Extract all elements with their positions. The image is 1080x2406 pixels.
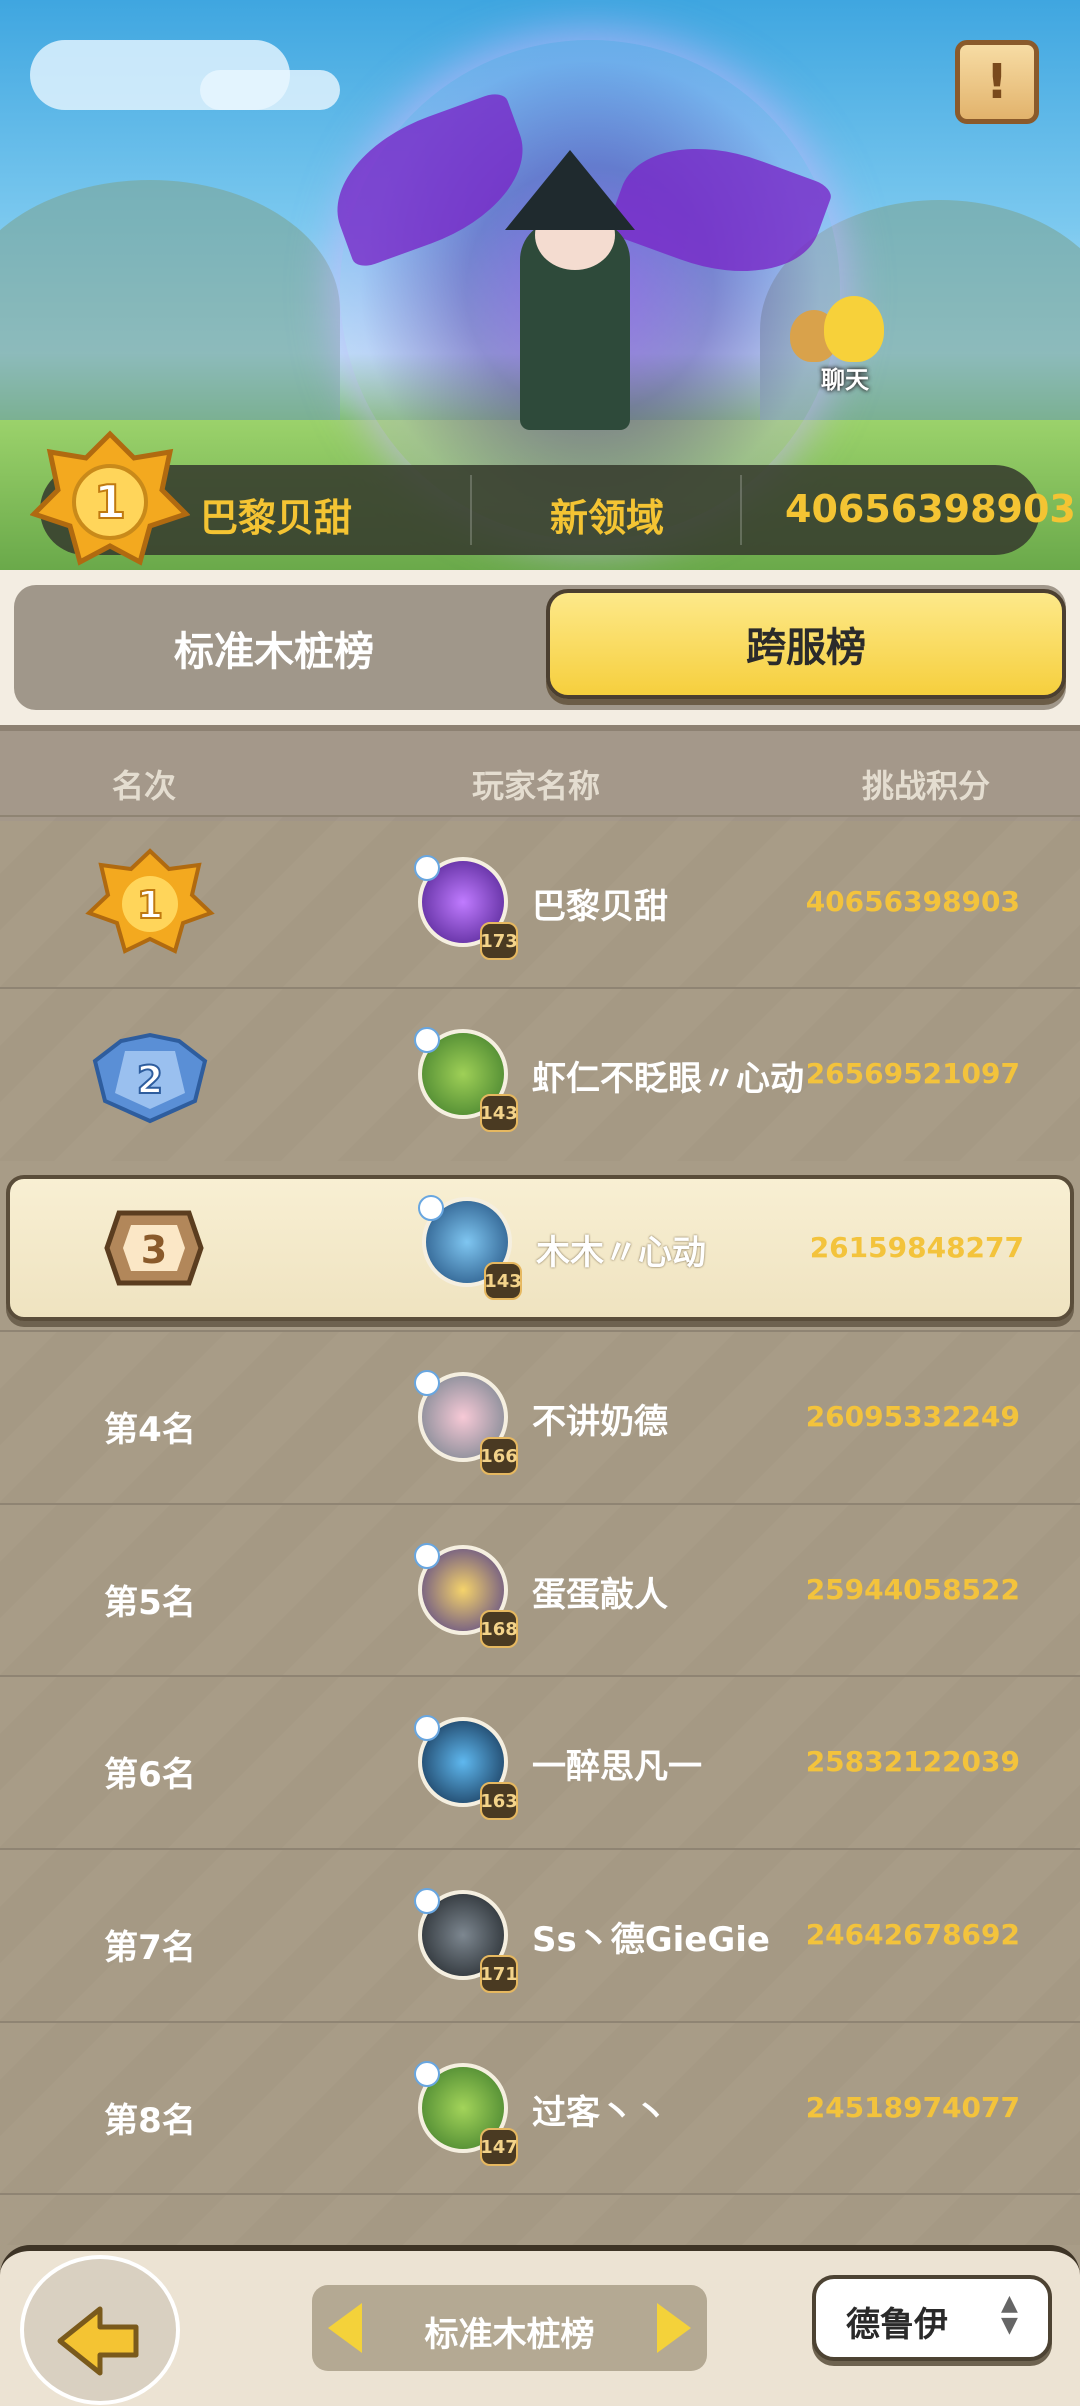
level-badge: 143 [480, 1094, 518, 1132]
player-score: 26569521097 [805, 1057, 1020, 1090]
player-name: 木木〃心动 [536, 1233, 706, 1273]
back-button[interactable] [20, 2255, 180, 2405]
table-header: 名次 玩家名称 挑战积分 [0, 725, 1080, 821]
tab-bar-area: 标准木桩榜 跨服榜 [0, 570, 1080, 725]
player-name: 蛋蛋敲人 [532, 1575, 668, 1615]
top-medal-number: 1 [94, 475, 126, 529]
cross-server-icon [414, 1543, 440, 1569]
table-row[interactable]: 第8名 147 过客丶丶 24518974077 [0, 2021, 1080, 2195]
top-rank-banner: 巴黎贝甜 新领域 40656398903 [40, 465, 1076, 555]
player-score: 25832122039 [805, 1745, 1020, 1778]
next-arrow-icon[interactable] [657, 2303, 691, 2353]
table-row[interactable]: 第4名 166 不讲奶德 26095332249 [0, 1330, 1080, 1504]
hill [0, 180, 340, 440]
table-row[interactable]: 1 173 巴黎贝甜 40656398903 [0, 815, 1080, 989]
player-name: Ss丶德GieGie [532, 1920, 770, 1960]
silver-medal-icon: 2 [92, 1032, 208, 1124]
chat-smile-icon [824, 296, 884, 362]
board-selector-label: 标准木桩榜 [424, 2315, 595, 2355]
header-player-name: 玩家名称 [472, 767, 601, 805]
level-badge: 147 [480, 2128, 518, 2166]
table-row-current-player[interactable]: 3 143 木木〃心动 26159848277 [6, 1175, 1074, 1321]
top-player-server: 新领域 [550, 496, 665, 540]
divider [470, 475, 472, 545]
info-scroll-button[interactable]: ! [955, 40, 1039, 124]
top-player-score: 40656398903 [785, 487, 1076, 531]
player-score: 25944058522 [805, 1573, 1020, 1606]
level-badge: 168 [480, 1610, 518, 1648]
svg-text:3: 3 [141, 1228, 167, 1272]
gold-medal-icon: 1 [85, 848, 215, 954]
rank-label: 第8名 [104, 2101, 196, 2141]
board-selector[interactable]: 标准木桩榜 [312, 2285, 707, 2371]
table-row[interactable]: 第5名 168 蛋蛋敲人 25944058522 [0, 1503, 1080, 1677]
cross-server-icon [418, 1195, 444, 1221]
header-score: 挑战积分 [862, 767, 991, 805]
rank-label: 第6名 [104, 1755, 196, 1795]
top-player-name: 巴黎贝甜 [200, 496, 353, 540]
bronze-medal-icon: 3 [104, 1210, 204, 1286]
tab-bar: 标准木桩榜 跨服榜 [14, 585, 1066, 710]
cross-server-icon [414, 2061, 440, 2087]
svg-text:2: 2 [137, 1058, 163, 1102]
player-score: 26095332249 [805, 1400, 1020, 1433]
player-score: 24518974077 [805, 2091, 1020, 2124]
level-badge: 171 [480, 1955, 518, 1993]
player-name: 巴黎贝甜 [532, 887, 668, 927]
level-badge: 166 [480, 1437, 518, 1475]
rank-label: 第4名 [104, 1410, 196, 1450]
player-score: 40656398903 [805, 885, 1020, 918]
cross-server-icon [414, 1715, 440, 1741]
player-name: 一醉思凡一 [532, 1747, 702, 1787]
rank-label: 第7名 [104, 1928, 196, 1968]
class-dropdown-value: 德鲁伊 [846, 2305, 948, 2345]
tab-cross-server-board[interactable]: 跨服榜 [546, 589, 1066, 699]
gold-medal-icon: 1 [30, 430, 190, 566]
rank-label: 第5名 [104, 1583, 196, 1623]
table-row[interactable]: 第6名 163 一醉思凡一 25832122039 [0, 1675, 1080, 1849]
cross-server-icon [414, 855, 440, 881]
level-badge: 173 [480, 922, 518, 960]
sort-arrows-icon: ▲ ▼ [1001, 2291, 1018, 2338]
player-score: 26159848277 [809, 1231, 1024, 1264]
svg-text:1: 1 [137, 883, 163, 927]
class-dropdown[interactable]: 德鲁伊 ▲ ▼ [812, 2275, 1052, 2361]
player-name: 过客丶丶 [532, 2093, 668, 2133]
cloud [200, 70, 340, 110]
level-badge: 143 [484, 1262, 522, 1300]
table-row[interactable]: 2 143 虾仁不眨眼〃心动 26569521097 [0, 987, 1080, 1161]
table-row-partial[interactable] [0, 2193, 1080, 2245]
witch-hat [505, 150, 635, 230]
cross-server-icon [414, 1888, 440, 1914]
back-arrow-icon [57, 2306, 139, 2376]
chat-button[interactable]: 聊天 [790, 290, 900, 400]
tab-standard-dummy-board[interactable]: 标准木桩榜 [14, 585, 534, 710]
player-name: 不讲奶德 [532, 1402, 668, 1442]
header-rank: 名次 [112, 767, 177, 805]
cross-server-icon [414, 1370, 440, 1396]
player-score: 24642678692 [805, 1918, 1020, 1951]
table-row[interactable]: 第7名 171 Ss丶德GieGie 24642678692 [0, 1848, 1080, 2022]
cross-server-icon [414, 1027, 440, 1053]
leaderboard-table[interactable]: 名次 玩家名称 挑战积分 1 173 巴黎贝甜 40656398903 2 14… [0, 725, 1080, 2245]
chat-label: 聊天 [821, 366, 869, 394]
divider [740, 475, 742, 545]
level-badge: 163 [480, 1782, 518, 1820]
player-name: 虾仁不眨眼〃心动 [532, 1059, 804, 1099]
